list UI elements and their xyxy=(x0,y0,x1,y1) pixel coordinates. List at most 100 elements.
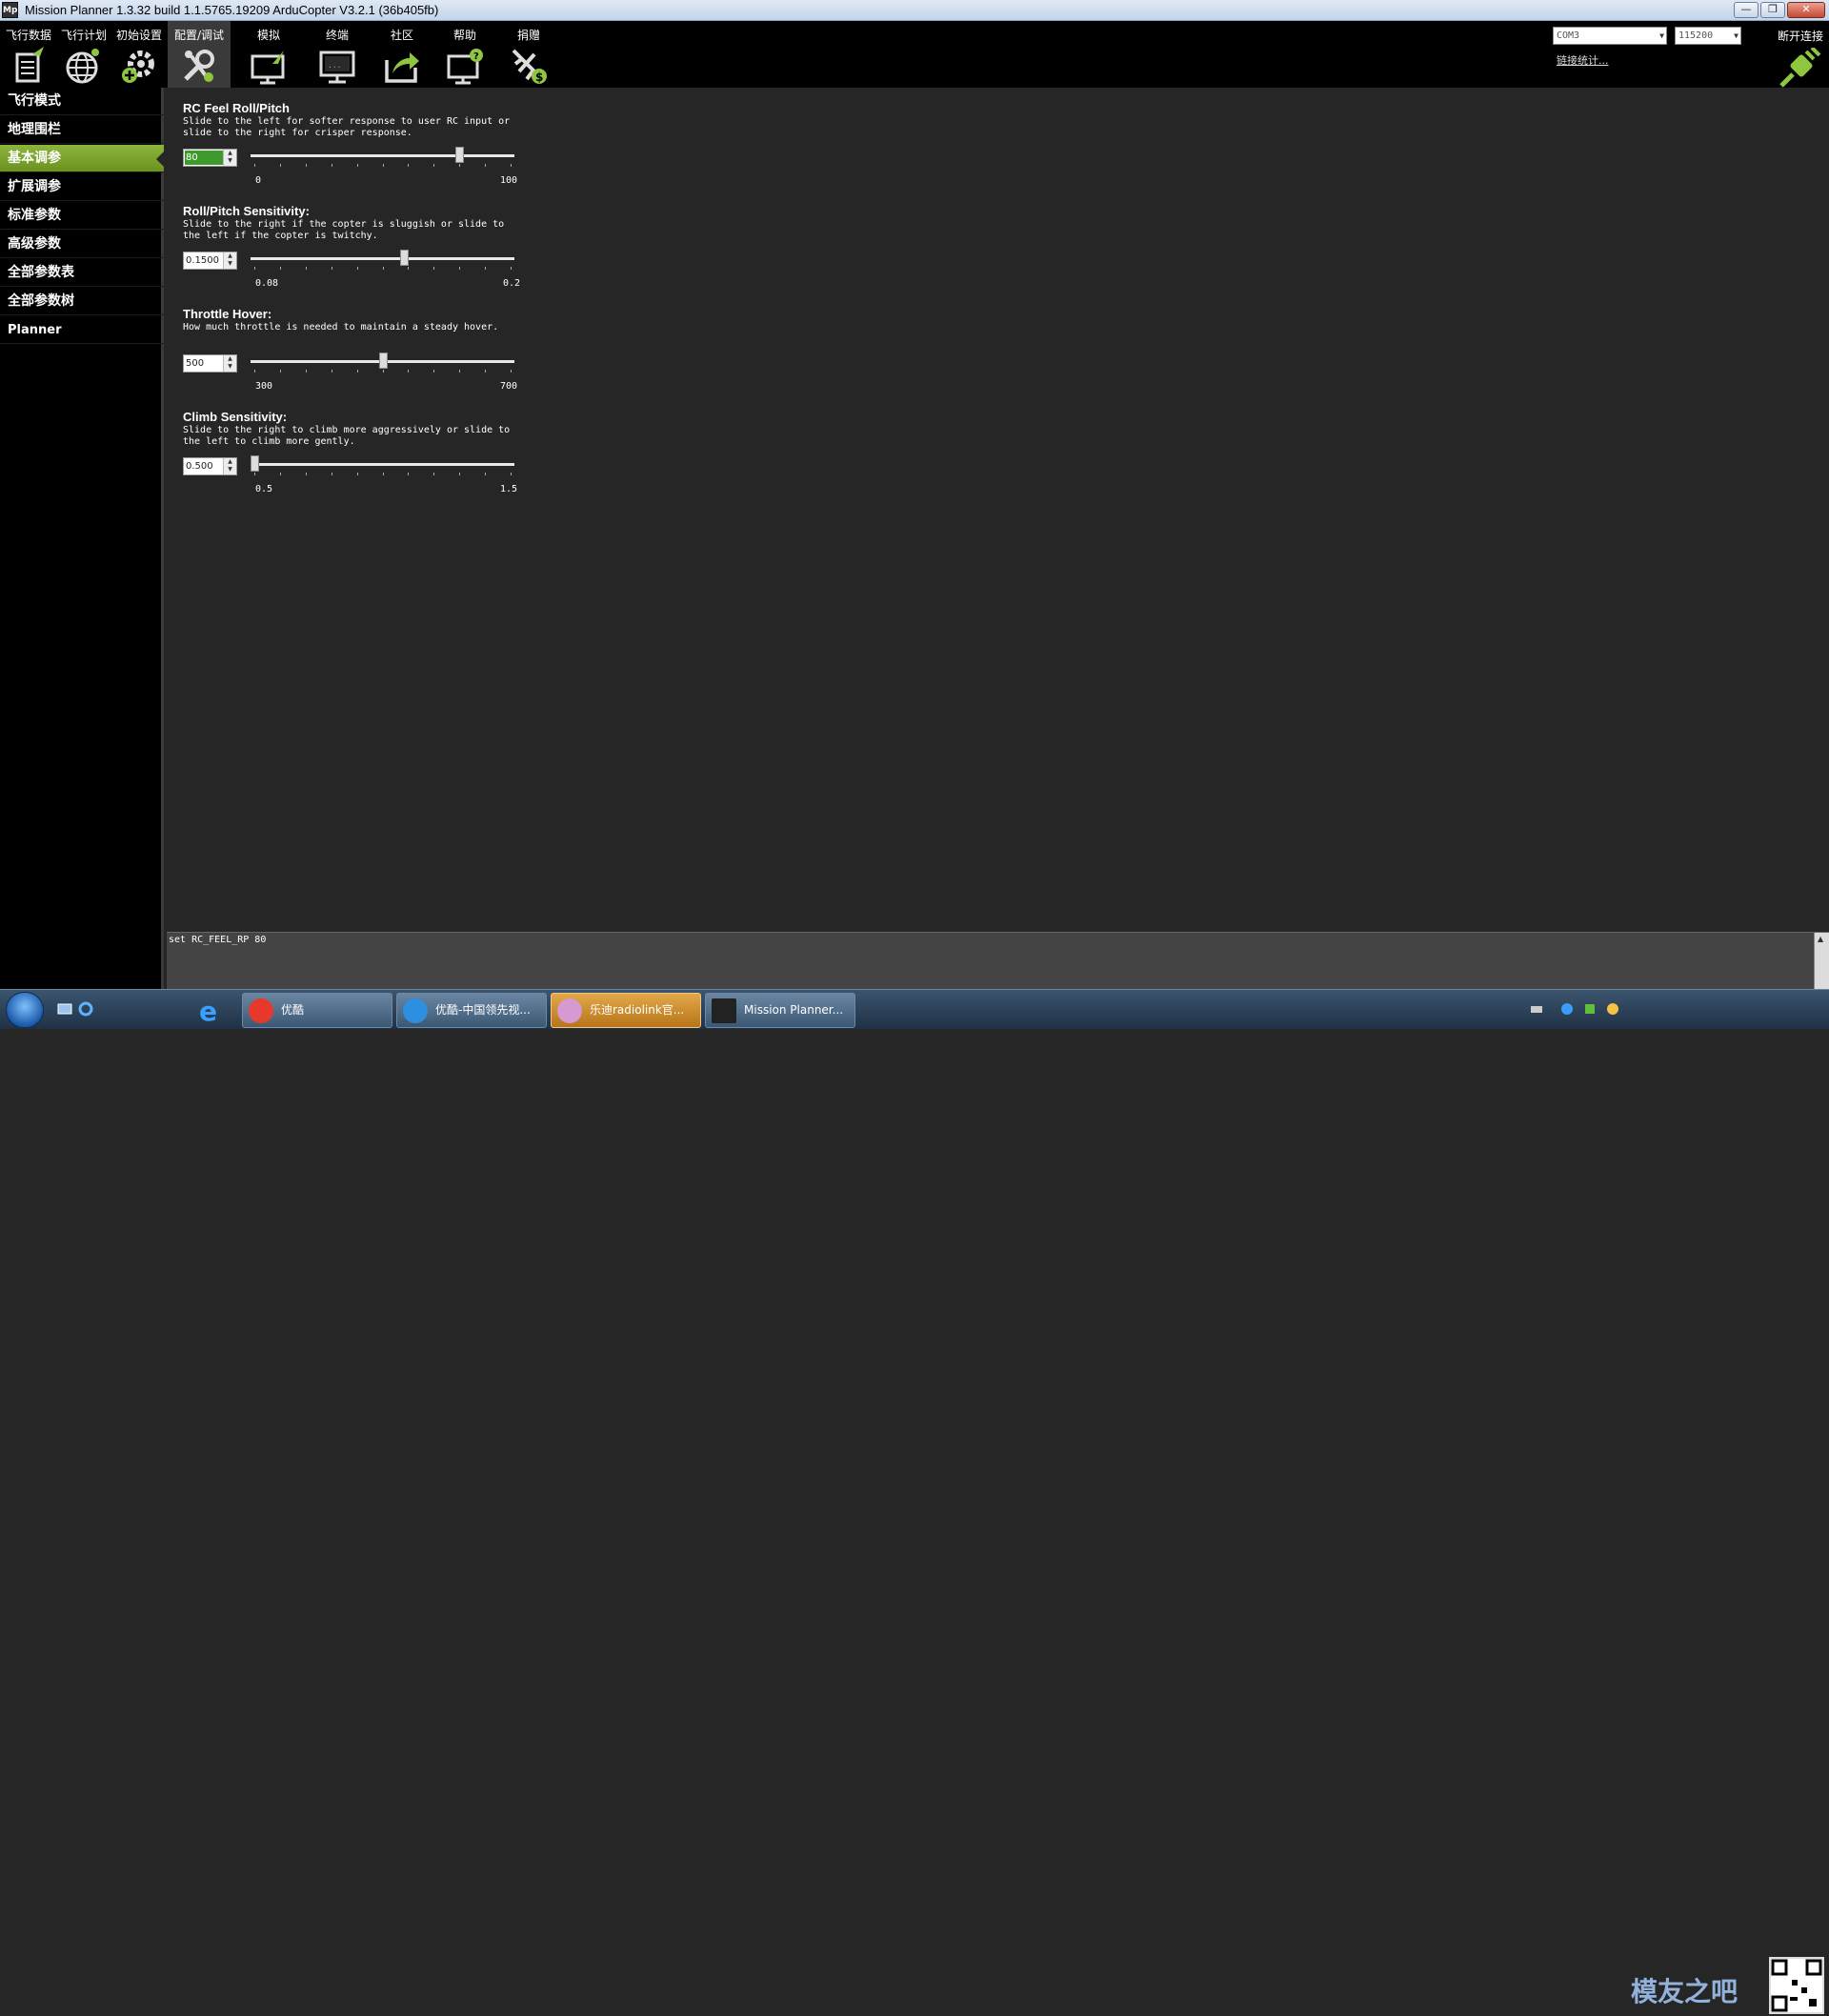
roll-pitch-value[interactable]: 0.1500 xyxy=(185,253,223,268)
slider-tick xyxy=(485,267,487,270)
ie-quicklaunch-icon[interactable] xyxy=(78,1001,93,1017)
dropdown-arrow-icon: ▼ xyxy=(1734,31,1739,40)
rc-feel-slider[interactable] xyxy=(251,145,514,168)
slider-thumb[interactable] xyxy=(378,353,388,369)
menu-label: 捐赠 xyxy=(516,29,540,42)
sidebar-item-full-param-tree[interactable]: 全部参数树 xyxy=(0,288,164,315)
throttle-hover-value[interactable]: 500 xyxy=(185,356,223,371)
spin-up-icon[interactable]: ▲ xyxy=(224,150,236,157)
maximize-button[interactable]: ❐ xyxy=(1760,2,1785,18)
slider-thumb[interactable] xyxy=(455,147,465,163)
rc-feel-value[interactable]: 80 xyxy=(185,151,223,165)
console-text: set RC_FEEL_RP 80 xyxy=(169,935,267,945)
sidebar-item-extended-tuning[interactable]: 扩展调参 xyxy=(0,173,164,201)
sidebar-item-geofence[interactable]: 地理围栏 xyxy=(0,116,164,144)
sidebar-item-basic-tuning[interactable]: 基本调参 xyxy=(0,145,164,172)
param-description: Slide to the right if the copter is slug… xyxy=(183,219,505,241)
slider-max-label: 1.5 xyxy=(500,484,518,494)
spin-down-icon[interactable]: ▼ xyxy=(224,466,236,474)
roll-pitch-spinbox[interactable]: 0.1500 ▲ ▼ xyxy=(183,252,237,270)
windows-taskbar: e 优酷 优酷-中国领先视... 乐迪radiolink官... Mission… xyxy=(0,989,1829,2014)
taskbar-label: 乐迪radiolink官... xyxy=(590,1003,685,1017)
spin-buttons[interactable]: ▲ ▼ xyxy=(223,458,236,474)
security-tray-icon[interactable] xyxy=(1583,1002,1597,1016)
minimize-button[interactable]: — xyxy=(1734,2,1759,18)
slider-tick xyxy=(279,370,281,373)
spin-up-icon[interactable]: ▲ xyxy=(224,252,236,260)
menu-flight-plan[interactable]: 飞行计划 xyxy=(55,21,112,88)
rc-feel-spinbox[interactable]: 80 ▲ ▼ xyxy=(183,149,237,167)
slider-ticks xyxy=(251,370,514,373)
scroll-up-icon[interactable]: ▲ xyxy=(1818,935,1823,943)
sidebar-item-planner[interactable]: Planner xyxy=(0,316,164,344)
spin-down-icon[interactable]: ▼ xyxy=(224,363,236,371)
spin-down-icon[interactable]: ▼ xyxy=(224,157,236,165)
menu-label: 模拟 xyxy=(256,29,280,42)
baud-rate-select[interactable]: 115200 ▼ xyxy=(1675,27,1741,45)
spin-buttons[interactable]: ▲ ▼ xyxy=(223,150,236,166)
watermark-text: 模友之吧 xyxy=(1631,1976,1739,2007)
close-button[interactable]: ✕ xyxy=(1787,2,1825,18)
slider-thumb[interactable] xyxy=(251,455,259,472)
taskbar-radiolink[interactable]: 乐迪radiolink官... xyxy=(551,993,701,1028)
slider-tick xyxy=(511,370,512,373)
menu-flight-data[interactable]: 飞行数据 xyxy=(0,21,57,88)
sidebar-item-full-param-list[interactable]: 全部参数表 xyxy=(0,259,164,287)
console-scrollbar[interactable]: ▲ xyxy=(1814,933,1829,990)
menu-donate[interactable]: 捐赠 $ xyxy=(500,21,557,88)
slider-tick xyxy=(356,164,358,167)
menu-config-tuning[interactable]: 配置/调试 xyxy=(168,21,231,88)
qr-code-pattern xyxy=(1771,1959,1822,2012)
slider-tick xyxy=(279,164,281,167)
slider-tick xyxy=(408,267,410,270)
sidebar-item-flight-modes[interactable]: 飞行模式 xyxy=(0,88,164,115)
sidebar-item-advanced-params[interactable]: 高级参数 xyxy=(0,231,164,258)
spin-up-icon[interactable]: ▲ xyxy=(224,355,236,363)
climb-sensitivity-slider[interactable] xyxy=(251,454,514,476)
menu-initial-setup[interactable]: 初始设置 xyxy=(111,21,168,88)
menu-label: 配置/调试 xyxy=(173,29,225,42)
menu-simulation[interactable]: 模拟 xyxy=(240,21,297,88)
slider-tick xyxy=(382,164,384,167)
spin-down-icon[interactable]: ▼ xyxy=(224,260,236,268)
menu-terminal[interactable]: 终端 ... xyxy=(309,21,366,88)
menu-help[interactable]: 帮助 ? xyxy=(436,21,493,88)
com-port-select[interactable]: COM3 ▼ xyxy=(1553,27,1667,45)
keyboard-tray-icon[interactable] xyxy=(1530,1002,1543,1016)
qq-tray-icon[interactable] xyxy=(1606,1002,1619,1016)
show-desktop-icon[interactable] xyxy=(57,1001,72,1017)
internet-explorer-icon[interactable]: e xyxy=(196,996,225,1024)
slider-thumb[interactable] xyxy=(399,250,409,266)
spin-up-icon[interactable]: ▲ xyxy=(224,458,236,466)
slider-min-label: 0.5 xyxy=(255,484,273,494)
spin-buttons[interactable]: ▲ ▼ xyxy=(223,355,236,372)
roll-pitch-slider[interactable] xyxy=(251,248,514,271)
throttle-hover-spinbox[interactable]: 500 ▲ ▼ xyxy=(183,354,237,373)
climb-sensitivity-value[interactable]: 0.500 xyxy=(185,459,223,474)
slider-tick xyxy=(433,164,435,167)
media-tray-icon[interactable] xyxy=(1560,1002,1574,1016)
window-title: Mission Planner 1.3.32 build 1.1.5765.19… xyxy=(25,3,439,17)
disconnect-label[interactable]: 断开连接 xyxy=(1778,28,1823,44)
qr-code-image xyxy=(1769,1957,1824,2014)
link-stats-link[interactable]: 链接统计... xyxy=(1557,52,1609,68)
taskbar-mission-planner[interactable]: Mission Planner... xyxy=(705,993,855,1028)
menu-community[interactable]: 社区 xyxy=(373,21,431,88)
sidebar: 飞行模式 地理围栏 基本调参 扩展调参 标准参数 高级参数 全部参数表 全部参数… xyxy=(0,88,164,989)
slider-tick xyxy=(305,267,307,270)
taskbar-youku[interactable]: 优酷 xyxy=(242,993,392,1028)
browser-icon xyxy=(403,998,428,1023)
config-tuning-wrench-icon xyxy=(184,50,214,82)
start-button[interactable] xyxy=(6,992,44,1028)
slider-tick xyxy=(356,473,358,475)
slider-tick xyxy=(485,164,487,167)
taskbar-youku-browser[interactable]: 优酷-中国领先视... xyxy=(396,993,547,1028)
disconnect-plug-icon[interactable] xyxy=(1778,48,1821,88)
climb-sensitivity-spinbox[interactable]: 0.500 ▲ ▼ xyxy=(183,457,237,475)
slider-min-label: 300 xyxy=(255,381,273,392)
community-share-icon xyxy=(385,52,419,83)
throttle-hover-slider[interactable] xyxy=(251,351,514,373)
sidebar-item-standard-params[interactable]: 标准参数 xyxy=(0,202,164,230)
slider-tick xyxy=(459,267,461,270)
spin-buttons[interactable]: ▲ ▼ xyxy=(223,252,236,269)
